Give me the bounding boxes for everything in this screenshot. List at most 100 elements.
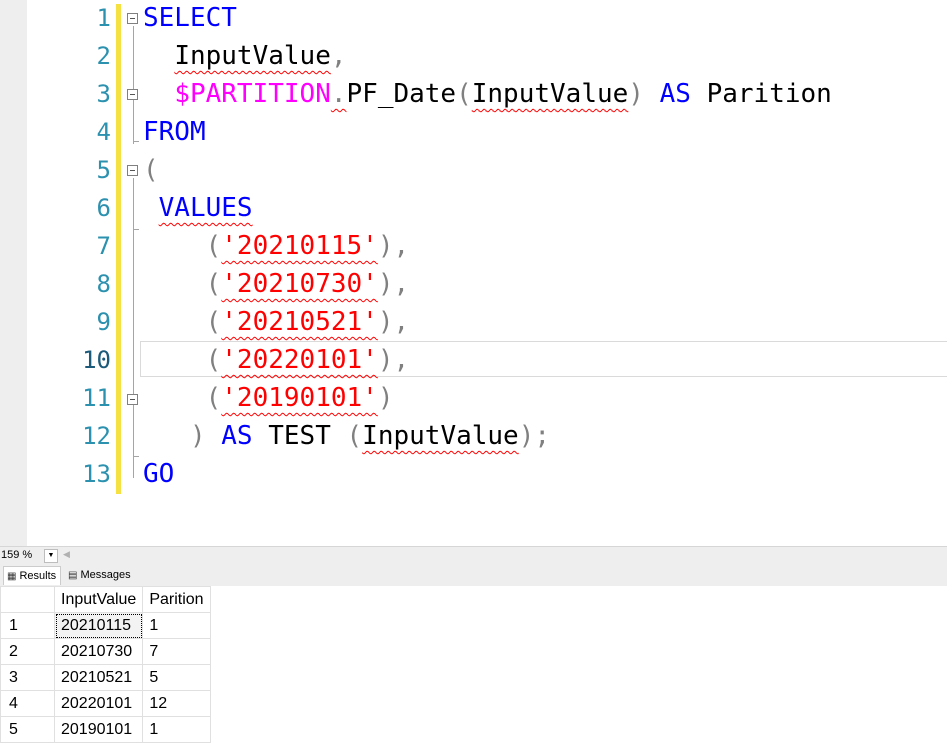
- code-line[interactable]: 1 SELECT: [27, 0, 947, 37]
- code-line[interactable]: 6 VALUES: [27, 189, 947, 227]
- table-row[interactable]: 5 20190101 1: [0, 716, 211, 743]
- column-header-parition[interactable]: Parition: [142, 586, 211, 613]
- editor-statusbar: 159 % ▼ ◀: [0, 546, 947, 565]
- code-text[interactable]: ('20210115'),: [143, 227, 410, 265]
- grid-icon: ▦: [7, 571, 17, 582]
- line-number: 9: [96, 308, 111, 336]
- tab-messages[interactable]: ▤ Messages: [65, 566, 135, 585]
- code-token: AS: [221, 421, 253, 451]
- cell-inputvalue[interactable]: 20190101: [53, 716, 144, 743]
- code-token: (: [205, 345, 222, 375]
- cell-parition[interactable]: 1: [142, 612, 211, 639]
- code-text[interactable]: FROM: [143, 113, 206, 151]
- code-text[interactable]: ('20190101'): [143, 379, 394, 417]
- code-text[interactable]: SELECT: [143, 0, 237, 37]
- code-text[interactable]: GO: [143, 455, 174, 493]
- code-token: GO: [143, 459, 175, 489]
- cell-parition[interactable]: 7: [142, 638, 211, 665]
- code-token: '20220101': [221, 345, 378, 375]
- code-line[interactable]: 5(: [27, 151, 947, 189]
- code-token: '20210521': [221, 307, 378, 337]
- cell-inputvalue[interactable]: 20220101: [53, 690, 144, 717]
- messages-icon: ▤: [68, 570, 78, 581]
- line-number: 3: [96, 80, 111, 108]
- cell-parition[interactable]: 5: [142, 664, 211, 691]
- code-text[interactable]: ('20210521'),: [143, 303, 410, 341]
- cell-inputvalue[interactable]: 20210115: [53, 612, 144, 639]
- code-text[interactable]: ('20210730'),: [143, 265, 410, 303]
- table-row[interactable]: 1 20210115 1: [0, 612, 211, 639]
- row-number[interactable]: 1: [0, 612, 55, 639]
- table-row[interactable]: 4 20220101 12: [0, 690, 211, 717]
- code-token: Parition: [690, 79, 832, 109]
- code-line[interactable]: 9 ('20210521'),: [27, 303, 947, 341]
- code-token: '20210115': [221, 231, 378, 261]
- code-token: InputValue: [471, 79, 629, 109]
- code-token: ): [377, 383, 394, 413]
- line-number: 8: [96, 270, 111, 298]
- cell-parition[interactable]: 12: [142, 690, 211, 717]
- table-row[interactable]: 2 20210730 7: [0, 638, 211, 665]
- row-number[interactable]: 4: [0, 690, 55, 717]
- code-token: FROM: [143, 117, 206, 147]
- code-token: (: [346, 421, 363, 451]
- code-token: TEST: [252, 421, 347, 451]
- code-line[interactable]: 3 $PARTITION.PF_Date(InputValue) AS Pari…: [27, 75, 947, 113]
- sql-editor[interactable]: 1 SELECT 2 InputValue, 3 $PARTITION.PF_Date…: [27, 0, 947, 546]
- code-line[interactable]: 7 ('20210115'),: [27, 227, 947, 265]
- code-token: (: [143, 155, 159, 185]
- code-token: ,: [330, 41, 347, 71]
- code-text[interactable]: ) AS TEST (InputValue);: [143, 417, 550, 455]
- table-row[interactable]: 3 20210521 5: [0, 664, 211, 691]
- code-token: '20190101': [221, 383, 378, 413]
- row-number[interactable]: 2: [0, 638, 55, 665]
- tab-results[interactable]: ▦ Results: [3, 566, 62, 585]
- line-number: 4: [96, 118, 111, 146]
- line-number: 2: [96, 42, 111, 70]
- row-number[interactable]: 5: [0, 716, 55, 743]
- scroll-left-icon[interactable]: ◀: [63, 549, 70, 560]
- cell-parition[interactable]: 1: [142, 716, 211, 743]
- code-line[interactable]: 8 ('20210730'),: [27, 265, 947, 303]
- code-token: InputValue: [362, 421, 519, 451]
- code-text[interactable]: VALUES: [143, 189, 253, 227]
- results-tabbar: ▦ Results ▤ Messages: [0, 565, 947, 587]
- cell-inputvalue[interactable]: 20210730: [53, 638, 144, 665]
- code-token: .: [330, 79, 347, 109]
- code-token: (: [205, 383, 222, 413]
- code-token: ),: [377, 269, 410, 299]
- column-header-inputvalue[interactable]: InputValue: [53, 586, 144, 613]
- code-token: (: [205, 269, 222, 299]
- header-row: InputValue Parition: [0, 586, 211, 613]
- line-number: 11: [82, 384, 111, 412]
- code-token: (: [205, 231, 222, 261]
- code-line[interactable]: 11 ('20190101'): [27, 379, 947, 417]
- code-text[interactable]: (: [143, 151, 159, 189]
- code-token: PF_Date: [346, 79, 457, 109]
- code-text[interactable]: $PARTITION.PF_Date(InputValue) AS Pariti…: [143, 75, 832, 113]
- line-number: 10: [82, 346, 111, 374]
- code-token: (: [205, 307, 222, 337]
- code-line[interactable]: 12 ) AS TEST (InputValue);: [27, 417, 947, 455]
- code-text[interactable]: InputValue,: [143, 37, 347, 75]
- code-line[interactable]: 13 GO: [27, 455, 947, 493]
- code-line[interactable]: 4 FROM: [27, 113, 947, 151]
- code-line[interactable]: 10 ('20220101'),: [27, 341, 947, 379]
- line-number: 5: [96, 156, 111, 184]
- code-line[interactable]: 2 InputValue,: [27, 37, 947, 75]
- row-number-header[interactable]: [0, 586, 55, 613]
- cell-inputvalue[interactable]: 20210521: [53, 664, 144, 691]
- code-text[interactable]: ('20220101'),: [143, 341, 410, 379]
- row-number[interactable]: 3: [0, 664, 55, 691]
- code-token: ),: [377, 307, 410, 337]
- zoom-dropdown-icon[interactable]: ▼: [44, 549, 58, 563]
- results-grid[interactable]: InputValue Parition 1 20210115 1 2 20210…: [0, 586, 947, 744]
